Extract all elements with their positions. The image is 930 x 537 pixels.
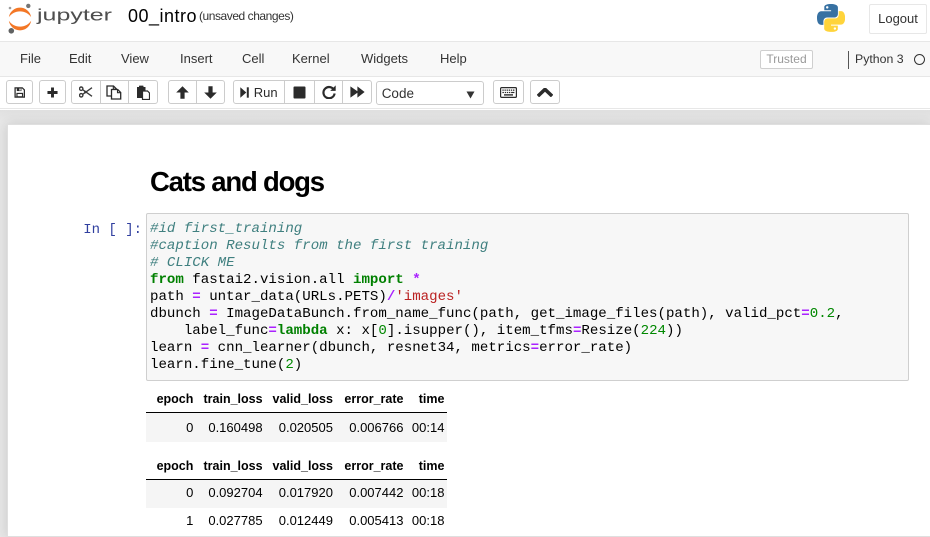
svg-text:jupyter: jupyter	[36, 6, 113, 25]
